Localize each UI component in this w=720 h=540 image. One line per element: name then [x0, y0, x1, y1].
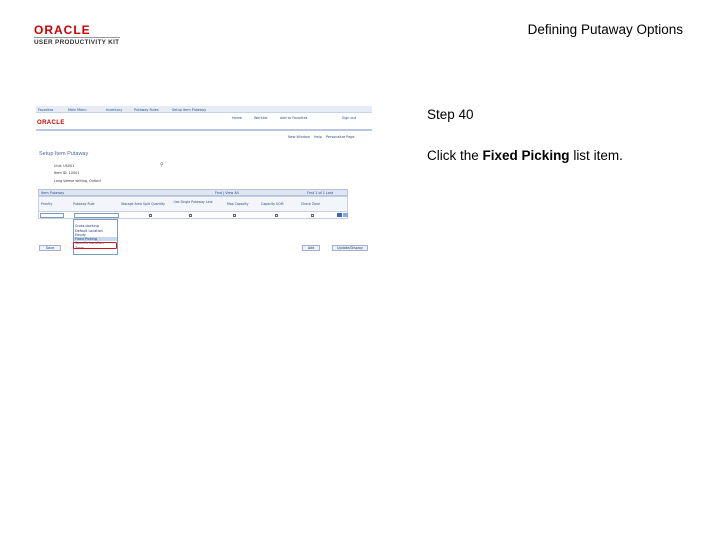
col-single-putaway: Use Single Putaway Line: [173, 200, 213, 204]
putaway-rule-dropdown[interactable]: Cross-docking Default Location Empty Fix…: [73, 219, 118, 255]
step-instruction: Click the Fixed Picking list item.: [427, 148, 623, 163]
col-priority: Priority: [41, 202, 53, 206]
breadcrumb-item[interactable]: Putaway Rules: [134, 108, 159, 112]
col-storage-area: Storage Area: [121, 202, 142, 206]
item-field: Item ID: 10001: [54, 171, 79, 175]
oracle-upk-logo: ORACLE USER PRODUCTIVITY KIT: [34, 24, 126, 46]
new-window-link[interactable]: New Window: [288, 135, 310, 139]
unit-field: Unit: US001: [54, 164, 74, 168]
breadcrumb-item[interactable]: Inventory: [106, 108, 122, 112]
grid-find-link[interactable]: Find | View All: [215, 191, 239, 195]
grid-title: Item Putaway: [41, 191, 65, 195]
grid-header: Item Putaway Find | View All First 1 of …: [38, 189, 348, 196]
item-value: 10001: [68, 171, 80, 175]
header-divider: [36, 129, 372, 131]
highlight-box: [73, 242, 117, 249]
logo-tagline: USER PRODUCTIVITY KIT: [34, 39, 120, 46]
col-check-zone: Check Zone: [301, 202, 320, 206]
logo-brand: ORACLE: [34, 23, 91, 37]
step-number: Step 40: [427, 107, 474, 122]
priority-input[interactable]: [40, 213, 64, 218]
max-capacity-checkbox[interactable]: [233, 213, 236, 217]
add-button[interactable]: Add: [302, 245, 320, 251]
nav-home[interactable]: Home: [232, 116, 242, 120]
breadcrumb-item[interactable]: Main Menu: [68, 108, 86, 112]
grid-column-headers: Priority Putaway Rule Storage Area Split…: [38, 196, 348, 212]
save-button[interactable]: Save: [39, 245, 61, 251]
grid-pager[interactable]: First 1 of 1 Last: [307, 191, 333, 195]
nav-worklist[interactable]: Worklist: [254, 116, 268, 120]
delete-row-icon[interactable]: [343, 213, 348, 217]
col-putaway-rule: Putaway Rule: [73, 202, 95, 206]
check-zone-checkbox[interactable]: [311, 213, 314, 217]
app-screenshot: Favorites Main Menu Inventory Putaway Ru…: [36, 106, 372, 258]
breadcrumb-item[interactable]: Favorites: [38, 108, 53, 112]
logo-divider: [34, 37, 120, 38]
item-description: Long sleeve writing, Oxford: [54, 179, 101, 183]
slide-title: Defining Putaway Options: [527, 22, 683, 37]
single-putaway-checkbox[interactable]: [189, 213, 192, 217]
add-row-icon[interactable]: [337, 213, 342, 217]
col-split-quantity: Split Quantity: [143, 202, 165, 206]
nav-sign-out[interactable]: Sign out: [342, 116, 356, 120]
lookup-icon[interactable]: ⚲: [160, 162, 164, 168]
col-capacity-uom: Capacity UOM: [261, 202, 284, 206]
app-logo: ORACLE: [37, 120, 65, 126]
item-label: Item ID:: [54, 171, 68, 175]
personalize-link[interactable]: Personalize Page: [326, 135, 355, 139]
unit-label: Unit:: [54, 164, 63, 168]
unit-value: US001: [63, 164, 75, 168]
breadcrumb: Favorites Main Menu Inventory Putaway Ru…: [36, 106, 372, 113]
page-title: Setup Item Putaway: [39, 151, 89, 157]
help-link[interactable]: Help: [314, 135, 322, 139]
table-row: [38, 212, 348, 219]
breadcrumb-item[interactable]: Setup Item Putaway: [172, 108, 206, 112]
putaway-rule-select[interactable]: [74, 213, 119, 218]
update-display-button[interactable]: Update/Display: [332, 245, 368, 251]
instruction-suffix: list item.: [569, 148, 623, 163]
storage-area-checkbox[interactable]: [149, 213, 152, 217]
instruction-target: Fixed Picking: [482, 148, 570, 163]
col-max-capacity: Max Capacity: [227, 202, 249, 206]
nav-add-favorites[interactable]: Add to Favorites: [280, 116, 307, 120]
capacity-uom-checkbox[interactable]: [275, 213, 278, 217]
instruction-prefix: Click the: [427, 148, 483, 163]
